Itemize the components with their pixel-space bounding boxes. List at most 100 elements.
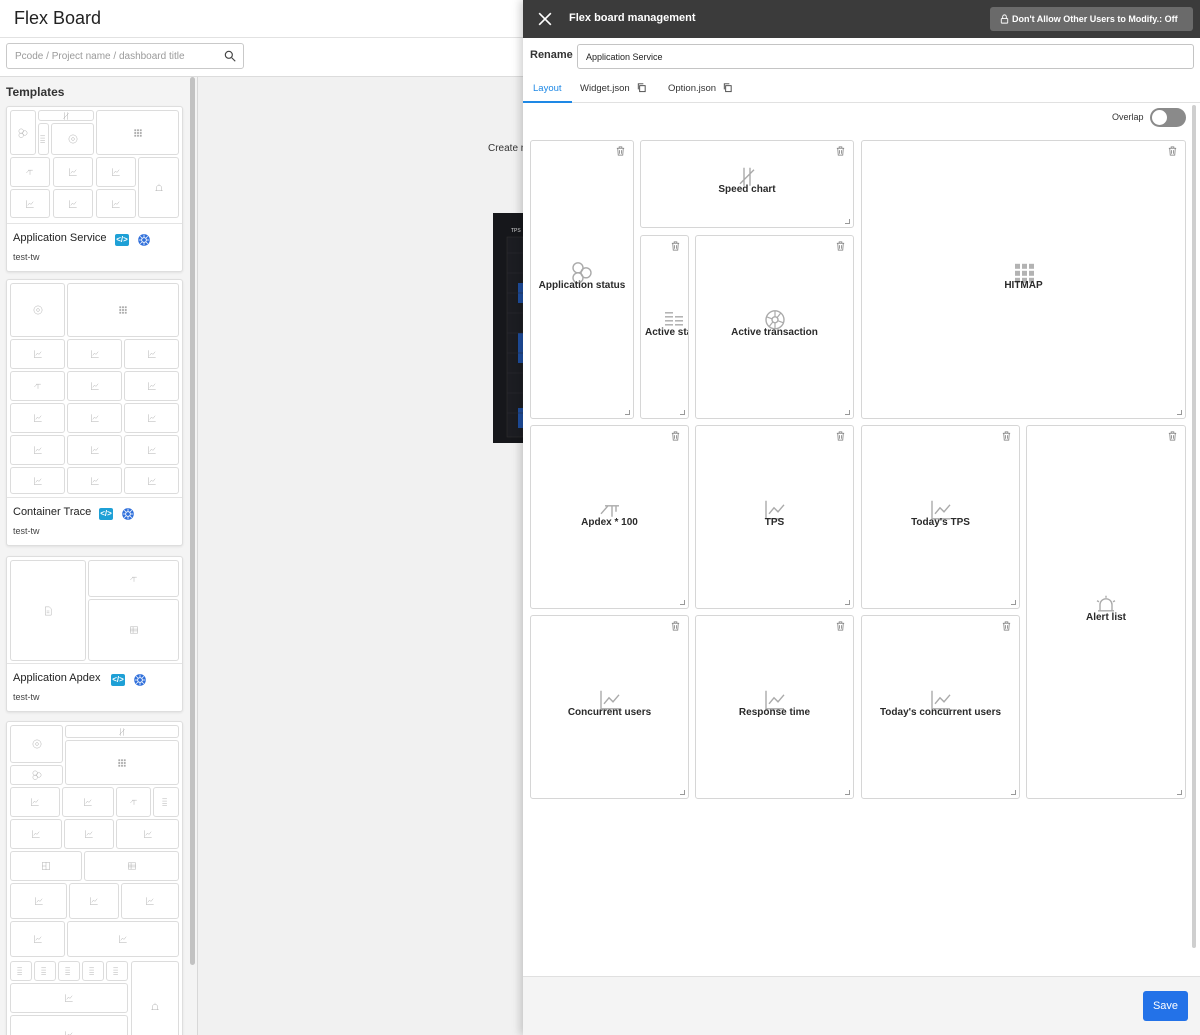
overlap-toggle[interactable]	[1150, 108, 1186, 127]
widget-active-transaction[interactable]: Active transaction	[695, 235, 854, 419]
line-chart-icon	[65, 1031, 73, 1035]
trash-icon[interactable]	[835, 145, 846, 157]
rename-row: Rename	[523, 38, 1200, 75]
trash-icon[interactable]	[1167, 145, 1178, 157]
trash-icon[interactable]	[835, 430, 846, 442]
save-button[interactable]: Save	[1143, 991, 1188, 1021]
line-chart-icon	[146, 897, 154, 905]
alarm-icon	[151, 1002, 159, 1010]
copy-icon[interactable]	[722, 82, 733, 93]
tab-widget-json-label: Widget.json	[580, 83, 630, 94]
code-badge-icon: </>	[111, 673, 125, 686]
wheel-icon	[33, 305, 42, 315]
grid-icon	[118, 758, 126, 767]
widget-apdex[interactable]: Apdex * 100	[530, 425, 689, 609]
resize-handle[interactable]	[1177, 410, 1182, 415]
resize-handle[interactable]	[625, 410, 630, 415]
resize-handle[interactable]	[1177, 790, 1182, 795]
bar-list-icon	[41, 967, 46, 975]
widget-label: Speed chart	[718, 184, 776, 195]
widget-alert-list[interactable]: Alert list	[1026, 425, 1186, 799]
tab-layout[interactable]: Layout	[523, 76, 572, 103]
document-icon	[45, 606, 52, 615]
svg-text:TPS: TPS	[511, 228, 521, 234]
tab-widget-json[interactable]: Widget.json	[570, 76, 657, 103]
widget-label: Active sta	[645, 327, 689, 338]
apdex-icon	[33, 383, 41, 389]
widget-response-time[interactable]: Response time	[695, 615, 854, 799]
widget-active-status[interactable]: Active sta	[640, 235, 689, 419]
line-chart-icon	[26, 199, 34, 208]
search-icon[interactable]	[223, 49, 237, 63]
widget-tps[interactable]: TPS	[695, 425, 854, 609]
widget-label: Today's TPS	[911, 517, 970, 528]
line-chart-icon	[34, 897, 43, 905]
trash-icon[interactable]	[615, 145, 626, 157]
drawer-tabs: Layout Widget.json Option.json	[523, 76, 1200, 103]
tab-option-json[interactable]: Option.json	[658, 76, 743, 103]
widget-todays-tps[interactable]: Today's TPS	[861, 425, 1020, 609]
template-card-application-service[interactable]: Application Service </> test-tw	[6, 106, 183, 272]
widget-concurrent-users[interactable]: Concurrent users	[530, 615, 689, 799]
table-icon	[127, 862, 136, 870]
line-chart-icon	[33, 414, 42, 422]
page-title: Flex Board	[14, 8, 102, 28]
line-chart-icon	[147, 350, 156, 358]
layout-scrollbar[interactable]	[1192, 105, 1196, 948]
widget-label: Today's concurrent users	[879, 707, 1002, 718]
resize-handle[interactable]	[680, 410, 685, 415]
templates-title: Templates	[6, 85, 65, 99]
trash-icon[interactable]	[1167, 430, 1178, 442]
rename-input[interactable]	[577, 44, 1194, 69]
resize-handle[interactable]	[845, 410, 850, 415]
kubernetes-icon	[134, 673, 147, 686]
resize-handle[interactable]	[1011, 790, 1016, 795]
template-card-application-apdex[interactable]: Application Apdex </> test-tw	[6, 556, 183, 712]
widget-label: Application status	[538, 279, 626, 291]
copy-icon[interactable]	[636, 82, 647, 93]
widget-label: HITMAP	[1004, 279, 1043, 291]
layout-editor: Overlap Application status Speed chart A…	[523, 103, 1200, 976]
line-chart-icon	[147, 414, 156, 422]
template-card-partial[interactable]	[6, 721, 183, 1035]
resize-handle[interactable]	[1011, 600, 1016, 605]
line-chart-icon	[147, 446, 156, 454]
widget-application-status[interactable]: Application status	[530, 140, 634, 419]
resize-handle[interactable]	[845, 219, 850, 224]
search-box[interactable]	[6, 43, 244, 69]
widget-label: TPS	[764, 517, 785, 528]
resize-handle[interactable]	[845, 790, 850, 795]
trash-icon[interactable]	[670, 430, 681, 442]
widget-hitmap[interactable]: HITMAP	[861, 140, 1186, 419]
lock-modify-button[interactable]: Don't Allow Other Users to Modify.: Off	[990, 7, 1193, 31]
resize-handle[interactable]	[845, 600, 850, 605]
tab-layout-label: Layout	[533, 83, 562, 94]
overlap-label: Overlap	[1112, 112, 1144, 122]
trash-icon[interactable]	[670, 620, 681, 632]
search-input[interactable]	[15, 48, 220, 65]
widget-speed-chart[interactable]: Speed chart	[640, 140, 854, 228]
kubernetes-icon	[122, 507, 135, 520]
widget-label: Concurrent users	[567, 707, 652, 718]
template-thumbnail	[7, 557, 182, 663]
resize-handle[interactable]	[680, 600, 685, 605]
line-chart-icon	[33, 476, 42, 485]
widget-todays-concurrent-users[interactable]: Today's concurrent users	[861, 615, 1020, 799]
trash-icon[interactable]	[835, 620, 846, 632]
toggle-knob	[1152, 110, 1167, 125]
line-chart-icon	[119, 935, 127, 943]
create-new-text: Create n	[488, 143, 523, 154]
line-chart-icon	[69, 168, 77, 176]
template-card-container-trace[interactable]: Container Trace </> test-tw	[6, 279, 183, 546]
line-chart-icon	[90, 476, 99, 485]
wheel-icon	[68, 134, 77, 144]
resize-handle[interactable]	[680, 790, 685, 795]
trash-icon[interactable]	[835, 240, 846, 252]
templates-scrollbar[interactable]	[190, 77, 195, 965]
trash-icon[interactable]	[1001, 430, 1012, 442]
trash-icon[interactable]	[670, 240, 681, 252]
close-icon[interactable]	[535, 9, 555, 29]
alarm-icon	[154, 183, 163, 191]
trash-icon[interactable]	[1001, 620, 1012, 632]
code-badge-icon: </>	[99, 507, 113, 520]
